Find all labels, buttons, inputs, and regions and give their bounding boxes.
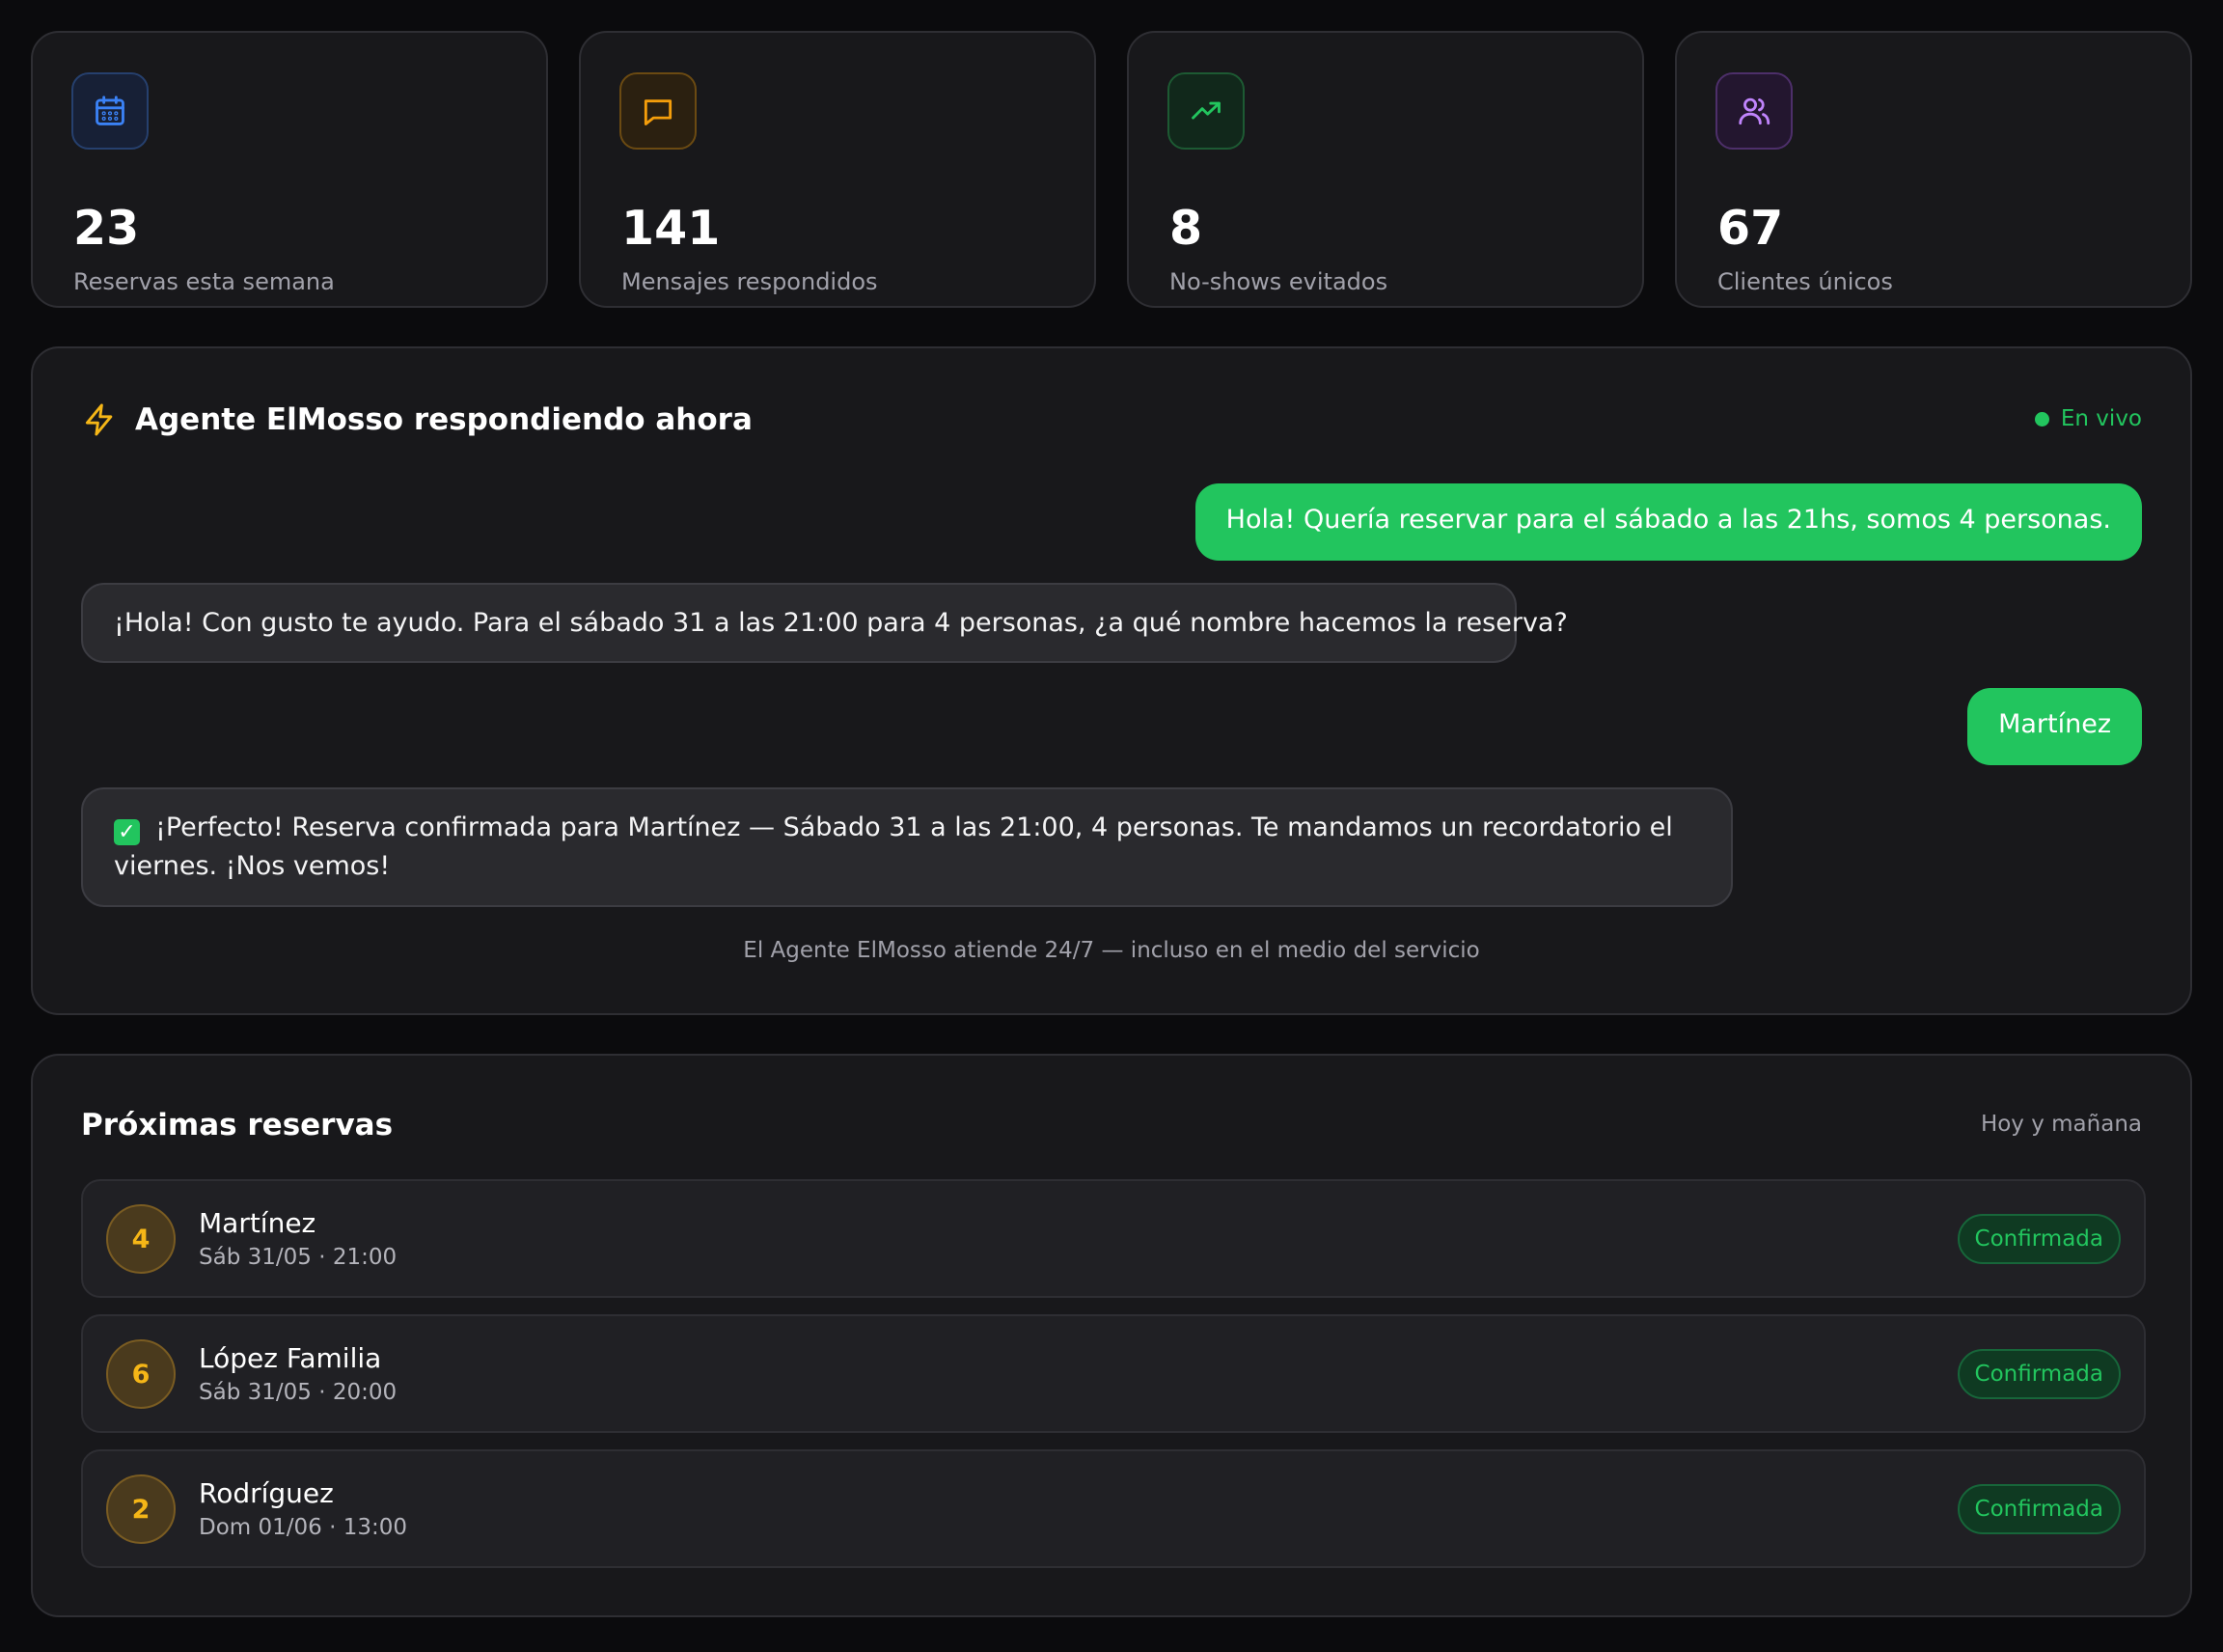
stat-label: Reservas esta semana <box>73 268 335 295</box>
reservations-panel: Próximas reservas Hoy y mañana 4 Martíne… <box>31 1054 2192 1617</box>
reservations-subtitle: Hoy y mañana <box>1980 1112 2142 1137</box>
trending-up-icon <box>1167 72 1245 150</box>
stat-value: 8 <box>1169 201 1203 256</box>
reservation-row[interactable]: 6 López Familia Sáb 31/05 · 20:00 Confir… <box>81 1314 2146 1433</box>
reservation-time: Sáb 31/05 · 20:00 <box>199 1380 398 1405</box>
live-status-label: En vivo <box>2060 406 2142 431</box>
reservation-time: Dom 01/06 · 13:00 <box>199 1515 407 1540</box>
stat-label: Mensajes respondidos <box>621 268 878 295</box>
users-icon <box>1715 72 1793 150</box>
reservation-name: López Familia <box>199 1342 382 1374</box>
reservations-title: Próximas reservas <box>81 1108 394 1143</box>
stat-card-no-shows: 8 No-shows evitados <box>1127 31 1644 308</box>
stat-label: Clientes únicos <box>1717 268 1893 295</box>
party-size-badge: 6 <box>106 1339 176 1409</box>
status-badge: Confirmada <box>1957 1349 2121 1399</box>
lightning-icon <box>85 403 113 436</box>
reservation-row[interactable]: 4 Martínez Sáb 31/05 · 21:00 Confirmada <box>81 1179 2146 1298</box>
message-square-icon <box>619 72 697 150</box>
party-size-badge: 2 <box>106 1474 176 1544</box>
reservation-row[interactable]: 2 Rodríguez Dom 01/06 · 13:00 Confirmada <box>81 1449 2146 1568</box>
stats-row: 23 Reservas esta semana 141 Mensajes res… <box>31 31 2192 308</box>
agent-chat-panel: Agente ElMosso respondiendo ahora En viv… <box>31 346 2192 1015</box>
live-status: En vivo <box>2034 406 2142 431</box>
agent-footer-note: El Agente ElMosso atiende 24/7 — incluso… <box>743 938 1480 963</box>
stat-card-reservations: 23 Reservas esta semana <box>31 31 548 308</box>
reservation-name: Rodríguez <box>199 1477 334 1509</box>
user-message: Hola! Quería reservar para el sábado a l… <box>1194 483 2142 561</box>
live-dot-icon <box>2034 411 2049 427</box>
party-size-badge: 4 <box>106 1204 176 1274</box>
calendar-icon <box>71 72 149 150</box>
check-mark-icon: ✓ <box>114 819 140 845</box>
agent-title: Agente ElMosso respondiendo ahora <box>135 402 753 437</box>
stat-value: 141 <box>621 201 721 256</box>
status-badge: Confirmada <box>1957 1484 2121 1534</box>
stat-value: 67 <box>1717 201 1784 256</box>
dashboard: 23 Reservas esta semana 141 Mensajes res… <box>0 0 2223 1652</box>
stat-card-clients: 67 Clientes únicos <box>1675 31 2192 308</box>
agent-message-text: ¡Perfecto! Reserva confirmada para Martí… <box>114 812 1673 881</box>
reservation-time: Sáb 31/05 · 21:00 <box>199 1245 398 1270</box>
agent-header: Agente ElMosso respondiendo ahora <box>81 400 753 439</box>
reservation-name: Martínez <box>199 1207 316 1239</box>
stat-value: 23 <box>73 201 140 256</box>
stat-label: No-shows evitados <box>1169 268 1388 295</box>
agent-message: ✓ ¡Perfecto! Reserva confirmada para Mart… <box>81 787 1733 907</box>
status-badge: Confirmada <box>1957 1214 2121 1264</box>
user-message: Martínez <box>1967 688 2142 765</box>
agent-message: ¡Hola! Con gusto te ayudo. Para el sábad… <box>81 583 1568 663</box>
stat-card-messages: 141 Mensajes respondidos <box>579 31 1096 308</box>
